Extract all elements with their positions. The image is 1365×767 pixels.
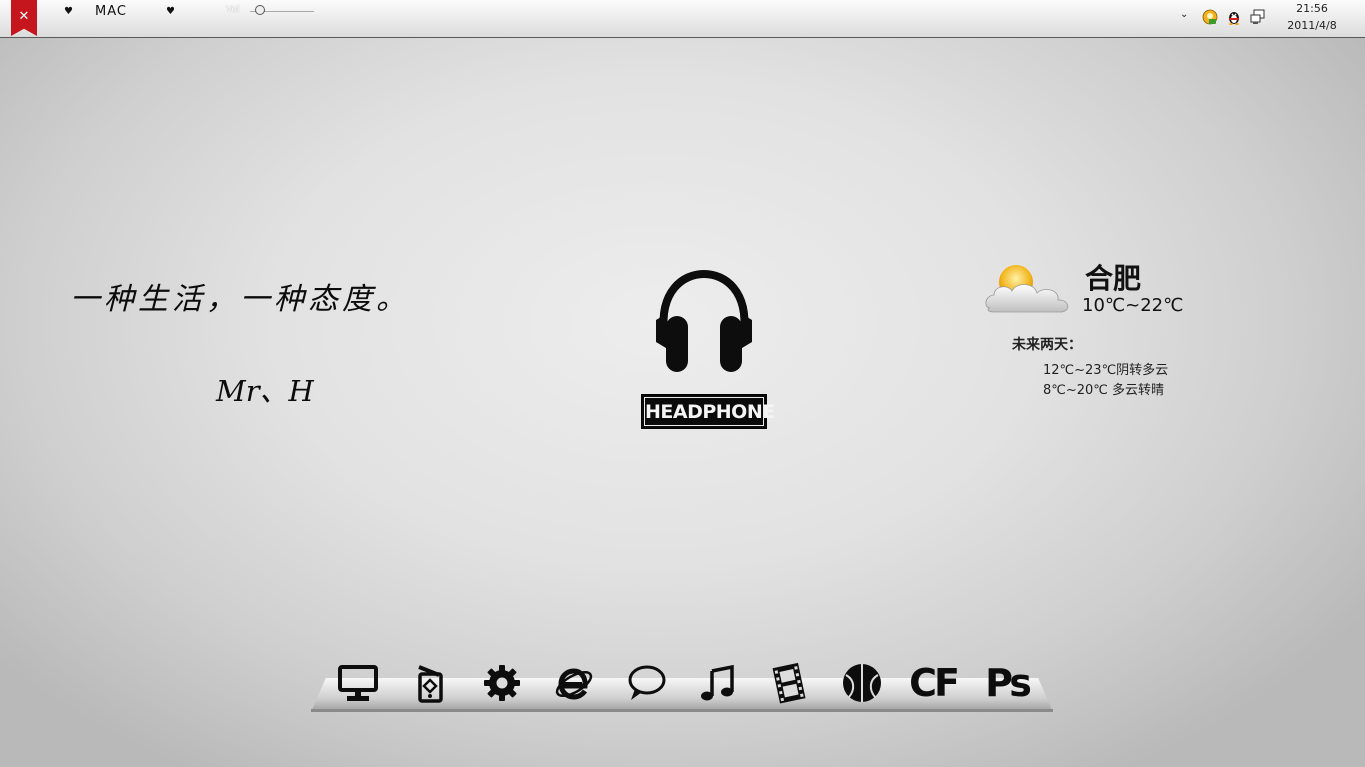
photoshop-icon: Ps: [985, 661, 1032, 705]
headphone-label-text: HEADPHONE: [644, 397, 775, 426]
weather-city: 合肥: [1085, 262, 1142, 295]
dock-item-recycle-bin[interactable]: [407, 660, 453, 706]
app-label[interactable]: MAC: [95, 4, 127, 19]
volume-label: Vol: [226, 5, 240, 15]
dock-item-cf[interactable]: CF: [905, 660, 961, 706]
heart-icon[interactable]: ♥: [64, 6, 73, 17]
top-menu-bar: ✕ ♥ MAC ♥ Vol ⌄ 21:56 2011/4/8: [0, 0, 1365, 38]
clock-date[interactable]: 2011/4/8: [1278, 19, 1346, 32]
dock-item-settings[interactable]: [479, 660, 525, 706]
desktop-signature: Mr、H: [216, 374, 314, 408]
music-note-icon: [701, 664, 734, 701]
network-icon[interactable]: [1250, 9, 1266, 25]
cf-game-icon: CF: [909, 661, 960, 705]
dock-item-photoshop[interactable]: Ps: [979, 660, 1035, 706]
dock-item-internet-explorer[interactable]: [551, 660, 597, 706]
qq-orange-icon[interactable]: [1202, 9, 1218, 25]
settings-gear-icon: [484, 665, 520, 701]
volume-slider-knob[interactable]: [254, 5, 265, 15]
clock-time[interactable]: 21:56: [1283, 2, 1341, 15]
dock-item-basketball[interactable]: [839, 660, 885, 706]
forecast-day: 12℃~23℃阴转多云: [1043, 363, 1169, 378]
dock-item-chat[interactable]: [623, 660, 669, 706]
internet-explorer-icon: [555, 668, 593, 700]
heart-icon[interactable]: ♥: [166, 6, 175, 17]
recycle-bin-icon: [418, 665, 443, 703]
dock-item-music[interactable]: [695, 660, 741, 706]
close-icon: ✕: [18, 9, 30, 24]
film-strip-icon: [772, 662, 806, 704]
desktop-quote: 一种生活，一种态度。: [70, 282, 410, 317]
forecast-day: 8℃~20℃ 多云转晴: [1043, 383, 1165, 398]
headphone-icon[interactable]: [652, 270, 756, 376]
basketball-icon: [843, 664, 881, 702]
weather-temperature: 10℃~22℃: [1082, 295, 1184, 316]
qq-penguin-icon[interactable]: [1226, 9, 1242, 25]
dock-item-video[interactable]: [767, 660, 813, 706]
computer-icon: [338, 665, 378, 701]
forecast-title: 未来两天：: [1012, 337, 1082, 353]
dock-item-computer[interactable]: [335, 660, 381, 706]
tray-expand-icon[interactable]: ⌄: [1180, 9, 1188, 20]
headphone-label[interactable]: HEADPHONE: [641, 394, 775, 429]
close-button[interactable]: ✕: [11, 0, 37, 36]
partly-cloudy-icon: [985, 265, 1069, 313]
dock-shelf-edge: [311, 709, 1053, 712]
chat-bubble-icon: [628, 665, 666, 700]
